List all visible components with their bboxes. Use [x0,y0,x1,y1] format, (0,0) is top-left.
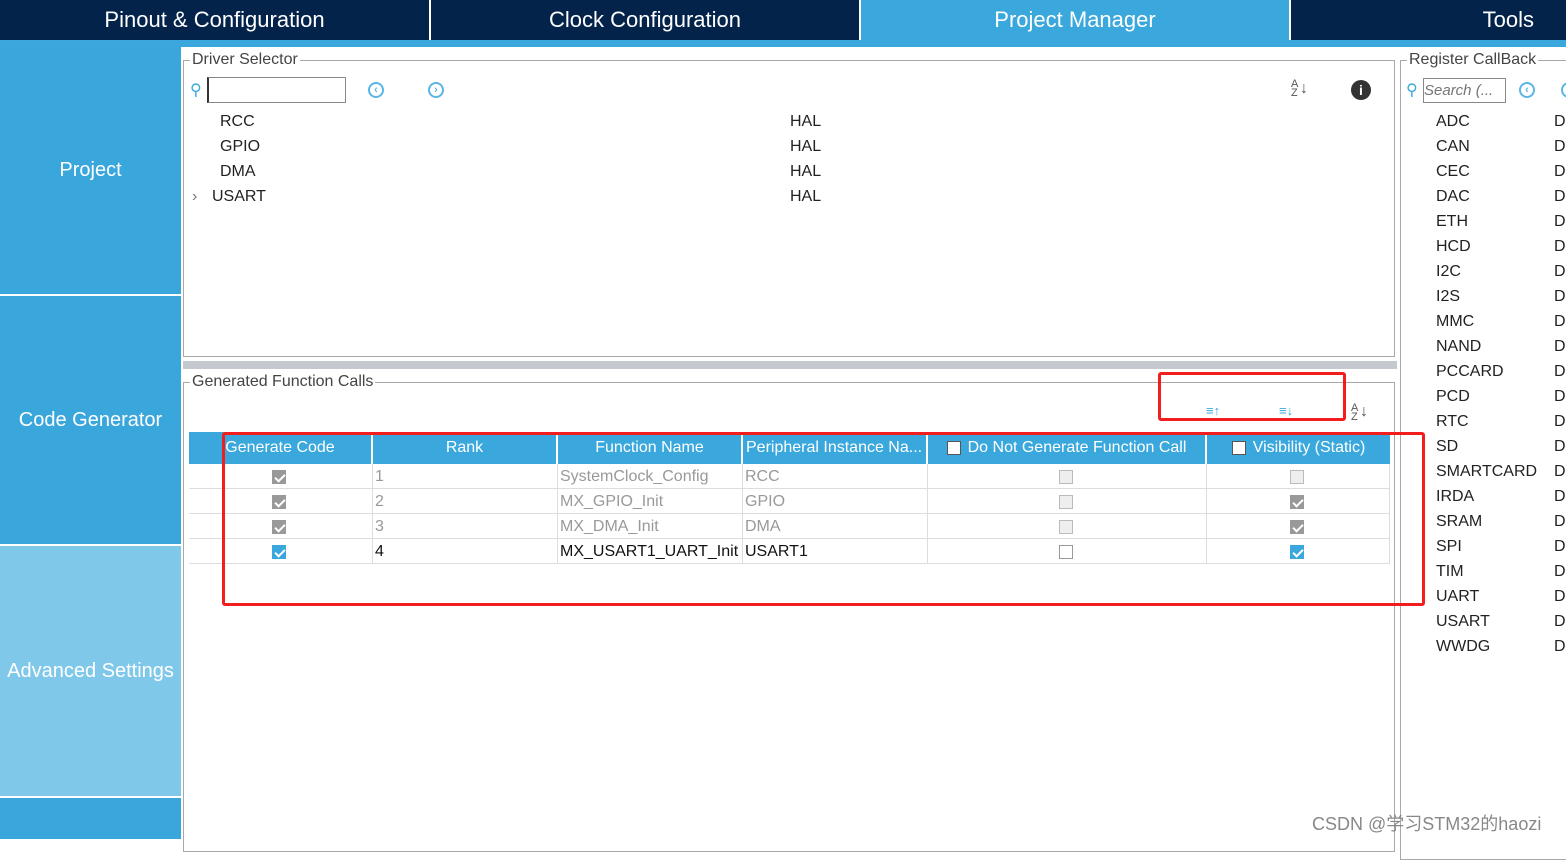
callback-item[interactable]: I2C [1436,263,1461,281]
sidebar-item-code-generator[interactable]: Code Generator [0,296,181,546]
driver-name[interactable]: DMA [220,163,256,181]
callback-item[interactable]: ETH [1436,213,1468,231]
generated-calls-title: Generated Function Calls [190,373,376,391]
callback-value[interactable]: D [1554,288,1566,306]
sort-arrow: ↓ [1360,403,1368,420]
chevron-left-icon[interactable]: ‹ [368,82,384,98]
callback-value[interactable]: D [1554,313,1566,331]
register-callback-title: Register CallBack [1407,51,1539,69]
driver-type[interactable]: HAL [790,188,821,206]
callback-value[interactable]: D [1554,638,1566,656]
sort-az-icon[interactable]: AZ [1291,79,1298,99]
callback-item[interactable]: RTC [1436,413,1469,431]
expand-chevron-icon[interactable]: › [192,188,197,206]
sidebar-label: Project [59,159,122,181]
driver-selector-title: Driver Selector [190,51,300,69]
callback-value[interactable]: D [1554,413,1566,431]
callback-value[interactable]: D [1554,363,1566,381]
callback-item[interactable]: WWDG [1436,638,1490,656]
chevron-right-icon[interactable]: › [428,82,444,98]
callback-value[interactable]: D [1554,238,1566,256]
driver-type[interactable]: HAL [790,113,821,131]
sidebar-label: Advanced Settings [7,659,174,682]
sidebar-item-advanced-settings[interactable]: Advanced Settings [0,546,181,798]
driver-name[interactable]: RCC [220,113,255,131]
tab-project-manager[interactable]: Project Manager [861,0,1291,40]
callback-item[interactable]: NAND [1436,338,1481,356]
callback-item[interactable]: USART [1436,613,1490,631]
driver-name[interactable]: GPIO [220,138,260,156]
callback-item[interactable]: PCD [1436,388,1470,406]
tab-pinout[interactable]: Pinout & Configuration [0,0,431,40]
annotation-box [222,432,1425,606]
callback-value[interactable]: D [1554,138,1566,156]
driver-selector-panel: Driver Selector [183,51,1395,357]
tab-tools[interactable]: Tools [1291,0,1566,40]
callback-item[interactable]: I2S [1436,288,1460,306]
callback-item[interactable]: MMC [1436,313,1474,331]
callback-item[interactable]: TIM [1436,563,1464,581]
callback-value[interactable]: D [1554,588,1566,606]
callback-item[interactable]: PCCARD [1436,363,1504,381]
search-icon: ⚲ [1406,82,1418,99]
sort-az-icon[interactable]: AZ [1351,403,1358,423]
callback-item[interactable]: UART [1436,588,1479,606]
callback-value[interactable]: D [1554,613,1566,631]
callback-item[interactable]: CAN [1436,138,1470,156]
tab-strip [0,40,1566,47]
driver-type[interactable]: HAL [790,138,821,156]
sidebar-label: Code Generator [18,408,163,431]
annotation-box [1158,372,1346,421]
callback-value[interactable]: D [1554,113,1566,131]
callback-value[interactable]: D [1554,438,1566,456]
callback-value[interactable]: D [1554,213,1566,231]
callback-item[interactable]: DAC [1436,188,1470,206]
callback-item[interactable]: IRDA [1436,488,1474,506]
callback-value[interactable]: D [1554,538,1566,556]
driver-type[interactable]: HAL [790,163,821,181]
callback-item[interactable]: SMARTCARD [1436,463,1537,481]
driver-name[interactable]: USART [212,188,266,206]
callback-item[interactable]: ADC [1436,113,1470,131]
sidebar-item-project[interactable]: Project [0,47,181,296]
callback-value[interactable]: D [1554,188,1566,206]
callback-value[interactable]: D [1554,563,1566,581]
callback-search-input[interactable] [1423,78,1506,103]
info-icon[interactable]: i [1351,80,1371,100]
splitter[interactable] [183,361,1397,369]
callback-item[interactable]: CEC [1436,163,1470,181]
sort-arrow: ↓ [1300,80,1308,97]
tab-clock[interactable]: Clock Configuration [431,0,861,40]
sidebar-filler [0,798,181,839]
chevron-left-icon[interactable]: ‹ [1519,82,1535,98]
callback-value[interactable]: D [1554,513,1566,531]
callback-value[interactable]: D [1554,388,1566,406]
search-icon: ⚲ [190,82,202,99]
callback-value[interactable]: D [1554,263,1566,281]
watermark: CSDN @学习STM32的haozi [1312,814,1542,834]
driver-search-input[interactable] [207,77,346,103]
callback-value[interactable]: D [1554,463,1566,481]
callback-value[interactable]: D [1554,488,1566,506]
callback-item[interactable]: SPI [1436,538,1462,556]
callback-item[interactable]: SD [1436,438,1458,456]
callback-item[interactable]: SRAM [1436,513,1482,531]
callback-value[interactable]: D [1554,338,1566,356]
callback-value[interactable]: D [1554,163,1566,181]
callback-item[interactable]: HCD [1436,238,1471,256]
